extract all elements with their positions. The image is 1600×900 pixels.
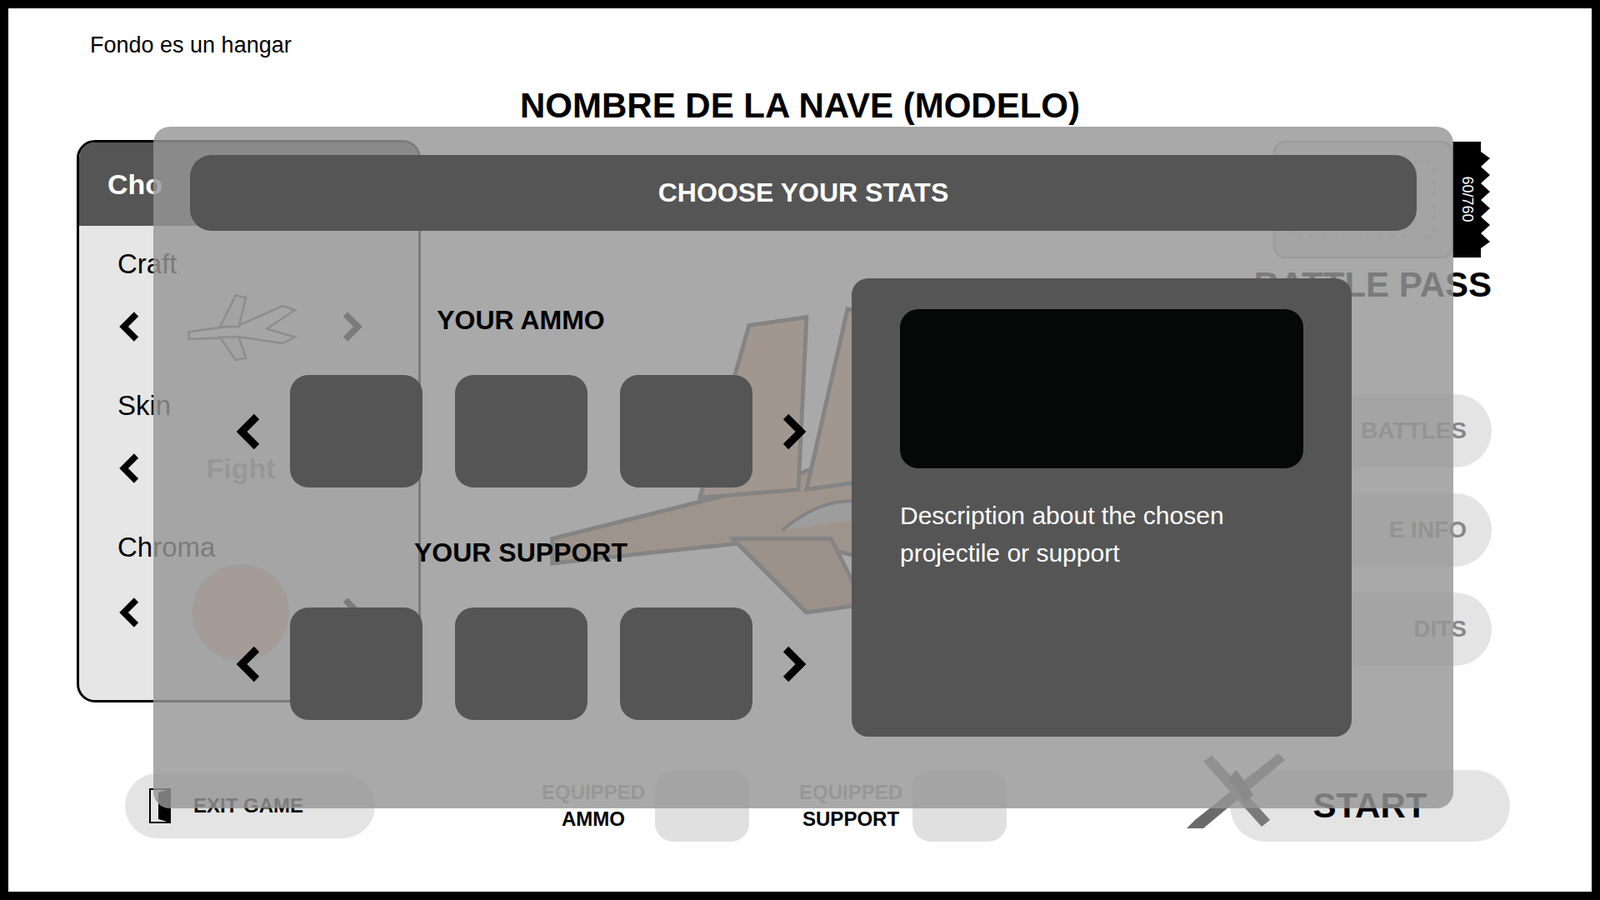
ship-title: NOMBRE DE LA NAVE (MODELO)	[8, 86, 1592, 125]
stat-section: YOUR SUPPORT	[234, 535, 809, 720]
stat-slot[interactable]	[290, 375, 423, 488]
stats-selectors: YOUR AMMO YOUR SUPPORT	[190, 278, 852, 737]
chevron-right-icon[interactable]	[778, 644, 809, 685]
stat-slot[interactable]	[455, 375, 588, 488]
stat-slot[interactable]	[620, 607, 753, 720]
chevron-left-icon[interactable]	[117, 450, 143, 486]
stat-slot[interactable]	[620, 375, 753, 488]
equipped-label-bottom: SUPPORT	[802, 805, 900, 833]
battle-pass-progress: 60/760	[1458, 175, 1476, 222]
description: Description about the chosen projectile …	[900, 496, 1304, 572]
equipped-label-bottom: AMMO	[561, 805, 625, 833]
chevron-right-icon[interactable]	[778, 411, 809, 452]
modal-body: YOUR AMMO YOUR SUPPORT Description about t…	[190, 278, 1417, 737]
chevron-left-icon[interactable]	[117, 595, 143, 630]
details-panel: Description about the chosen projectile …	[851, 278, 1352, 737]
chevron-left-icon[interactable]	[234, 411, 265, 452]
slot-row	[234, 375, 809, 488]
header: Fondo es un hangar NOMBRE DE LA NAVE (MOD…	[8, 8, 1592, 125]
chevron-left-icon[interactable]	[117, 309, 143, 345]
main-menu-screen: Fondo es un hangar NOMBRE DE LA NAVE (MOD…	[0, 0, 1600, 900]
slot-row	[234, 607, 809, 720]
section-title: YOUR SUPPORT	[414, 535, 628, 570]
stat-slot[interactable]	[290, 607, 423, 720]
stat-slot[interactable]	[455, 607, 588, 720]
stats-modal: CHOOSE YOUR STATS YOUR AMMO YOUR SUPPORT De…	[153, 126, 1454, 809]
preview-box	[900, 309, 1304, 469]
design-note: Fondo es un hangar	[90, 31, 1592, 59]
slots	[290, 375, 753, 488]
section-title: YOUR AMMO	[436, 303, 605, 337]
stat-section: YOUR AMMO	[234, 303, 809, 488]
modal-header: CHOOSE YOUR STATS	[190, 155, 1417, 231]
chevron-left-icon[interactable]	[234, 644, 265, 685]
slots	[290, 607, 753, 720]
